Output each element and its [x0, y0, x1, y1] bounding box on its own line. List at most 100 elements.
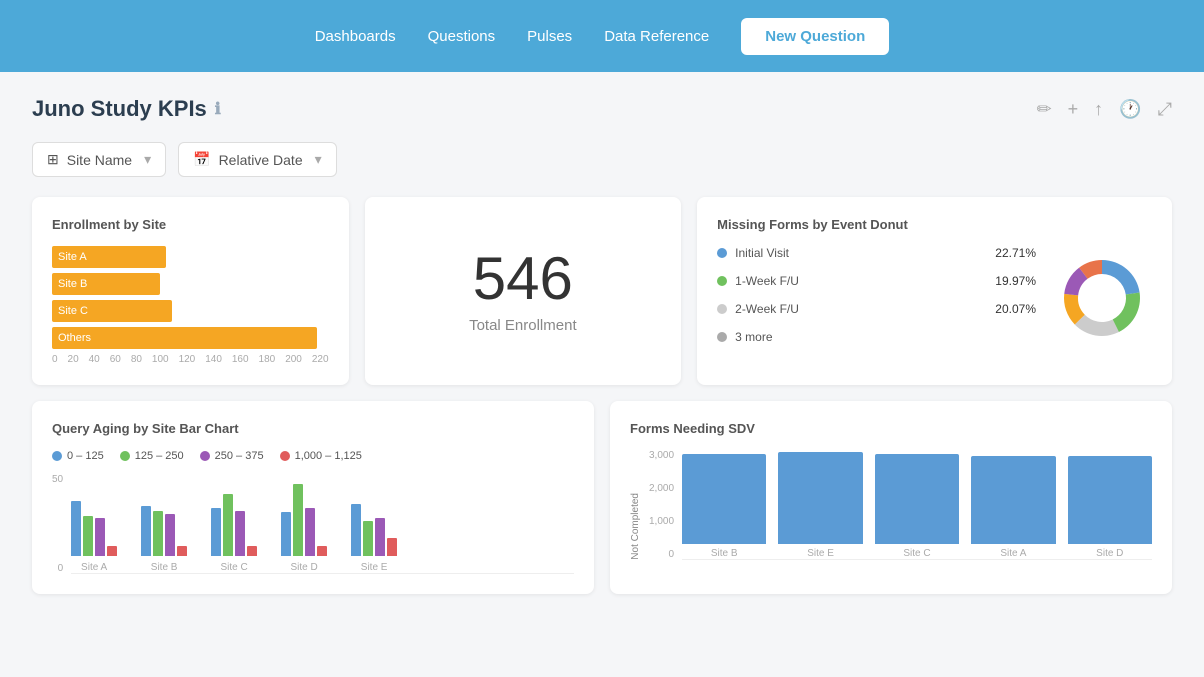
- site-label: Site A: [81, 562, 107, 573]
- bar-v: [141, 506, 151, 556]
- header: Dashboards Questions Pulses Data Referen…: [0, 0, 1204, 72]
- sdv-bar: [971, 456, 1055, 544]
- table-icon: ⊞: [47, 151, 59, 168]
- add-button[interactable]: +: [1068, 99, 1079, 120]
- bar-v: [247, 546, 257, 556]
- sdv-bars-area: Site BSite ESite CSite ASite D: [682, 450, 1152, 560]
- relative-date-filter[interactable]: 📅 Relative Date ▾: [178, 142, 337, 177]
- sdv-bar: [778, 452, 862, 544]
- legend-item: Initial Visit 22.71%: [717, 246, 1036, 260]
- chevron-down-icon: ▾: [315, 151, 322, 168]
- history-button[interactable]: 🕐: [1119, 99, 1141, 120]
- site-group: Site C: [211, 456, 257, 573]
- bar-label: Site B: [52, 278, 87, 290]
- nav-data-reference[interactable]: Data Reference: [604, 28, 709, 45]
- site-name-filter[interactable]: ⊞ Site Name ▾: [32, 142, 166, 177]
- sdv-bar-group: Site E: [778, 452, 862, 559]
- total-label: Total Enrollment: [469, 317, 577, 334]
- nav-pulses[interactable]: Pulses: [527, 28, 572, 45]
- chevron-down-icon: ▾: [144, 151, 151, 168]
- bar-v: [223, 494, 233, 556]
- edit-button[interactable]: ✏: [1037, 99, 1052, 120]
- share-button[interactable]: ↑: [1094, 99, 1103, 120]
- bar-row: Site A: [52, 246, 329, 268]
- site-label: Site E: [361, 562, 388, 573]
- bar-v: [177, 546, 187, 556]
- legend-name: 2-Week F/U: [735, 302, 982, 316]
- sdv-card: Forms Needing SDV Not Completed 3,000 2,…: [610, 401, 1172, 594]
- query-aging-title: Query Aging by Site Bar Chart: [52, 421, 574, 436]
- bar-v: [375, 518, 385, 556]
- expand-button[interactable]: ⤢: [1158, 99, 1172, 120]
- enrollment-bar-chart: Site A Site B Site C Others: [52, 246, 329, 349]
- donut-card: Missing Forms by Event Donut Initial Vis…: [697, 197, 1172, 385]
- bar-v: [281, 512, 291, 556]
- site-group: Site D: [281, 456, 327, 573]
- top-row: Enrollment by Site Site A Site B Site C …: [32, 197, 1172, 385]
- calendar-icon: 📅: [193, 151, 210, 168]
- page-content: Juno Study KPIs ℹ ✏ + ↑ 🕐 ⤢ ⊞ Site Name …: [0, 72, 1204, 618]
- chip-dot: [120, 451, 130, 461]
- sdv-bar-group: Site A: [971, 456, 1055, 559]
- legend-name: 1-Week F/U: [735, 274, 982, 288]
- site-group: Site B: [141, 456, 187, 573]
- donut-content: Initial Visit 22.71% 1-Week F/U 19.97% 2…: [717, 246, 1152, 350]
- site-label: Site D: [291, 562, 318, 573]
- sdv-site-label: Site E: [807, 548, 834, 559]
- sdv-bar: [875, 454, 959, 544]
- legend-dot: [717, 332, 727, 342]
- filters-bar: ⊞ Site Name ▾ 📅 Relative Date ▾: [32, 142, 1172, 177]
- bar-label: Site C: [52, 305, 88, 317]
- donut-chart: [1052, 246, 1152, 350]
- bar-label: Site A: [52, 251, 87, 263]
- query-aging-card: Query Aging by Site Bar Chart 0 – 125125…: [32, 401, 594, 594]
- legend-dot: [717, 248, 727, 258]
- nav-questions[interactable]: Questions: [428, 28, 496, 45]
- sdv-site-label: Site C: [903, 548, 930, 559]
- bar-v: [387, 538, 397, 556]
- enrollment-by-site-card: Enrollment by Site Site A Site B Site C …: [32, 197, 349, 385]
- total-enrollment-card: 546 Total Enrollment: [365, 197, 682, 385]
- y-tick-0: 0: [58, 563, 64, 574]
- bar-v: [235, 511, 245, 556]
- legend-item: 1-Week F/U 19.97%: [717, 274, 1036, 288]
- bar-v: [363, 521, 373, 556]
- legend-item: 2-Week F/U 20.07%: [717, 302, 1036, 316]
- bar-v: [305, 508, 315, 556]
- query-bars-area: Site ASite BSite CSite DSite E: [71, 474, 574, 574]
- sdv-site-label: Site B: [711, 548, 738, 559]
- legend-pct: 22.71%: [990, 246, 1036, 260]
- donut-segment: [1113, 293, 1140, 333]
- legend-dot: [717, 304, 727, 314]
- legend-dot: [717, 276, 727, 286]
- sdv-y-2000: 2,000: [649, 483, 674, 494]
- sdv-y-label: Not Completed: [630, 493, 641, 560]
- bar-v: [95, 518, 105, 556]
- sdv-bar-group: Site C: [875, 454, 959, 559]
- donut-legend: Initial Visit 22.71% 1-Week F/U 19.97% 2…: [717, 246, 1036, 350]
- bar-v: [71, 501, 81, 556]
- sdv-site-label: Site A: [1000, 548, 1026, 559]
- new-question-button[interactable]: New Question: [741, 18, 889, 55]
- total-number: 546: [473, 249, 573, 309]
- site-label: Site B: [151, 562, 178, 573]
- legend-item: 3 more: [717, 330, 1036, 344]
- bar-axis: 0 20 40 60 80 100 120 140 160 180 200 22…: [52, 354, 329, 365]
- y-tick-50: 50: [52, 474, 63, 485]
- page-header: Juno Study KPIs ℹ ✏ + ↑ 🕐 ⤢: [32, 96, 1172, 122]
- enrollment-card-title: Enrollment by Site: [52, 217, 329, 232]
- page-title: Juno Study KPIs: [32, 96, 207, 122]
- donut-segment: [1102, 260, 1140, 295]
- sdv-bar: [682, 454, 766, 544]
- legend-name: Initial Visit: [735, 246, 982, 260]
- main-nav: Dashboards Questions Pulses Data Referen…: [40, 18, 1164, 55]
- relative-date-label: Relative Date: [219, 152, 303, 168]
- sdv-y-3000: 3,000: [649, 450, 674, 461]
- sdv-y-0: 0: [668, 549, 674, 560]
- bar-v: [107, 546, 117, 556]
- bar-v: [317, 546, 327, 556]
- nav-dashboards[interactable]: Dashboards: [315, 28, 396, 45]
- info-icon[interactable]: ℹ: [215, 99, 221, 119]
- site-group: Site E: [351, 456, 397, 573]
- site-name-label: Site Name: [67, 152, 132, 168]
